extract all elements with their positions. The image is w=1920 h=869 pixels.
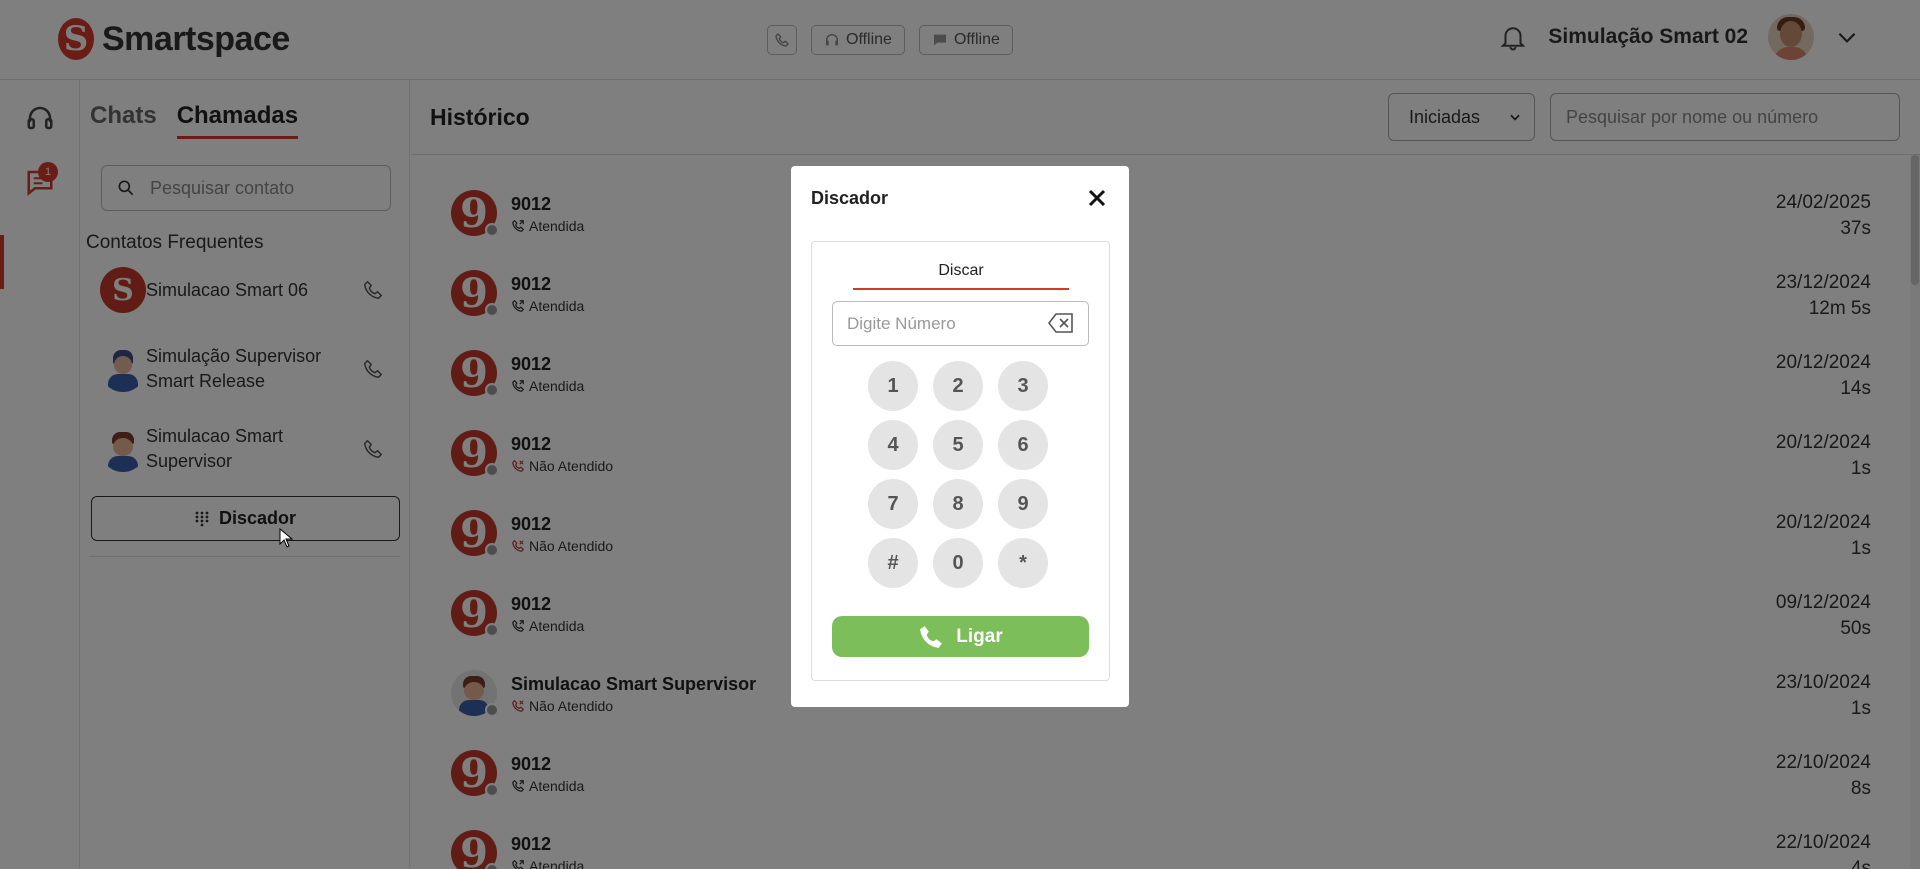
keypad-key[interactable]: 4 bbox=[868, 420, 918, 470]
keypad-key[interactable]: 6 bbox=[998, 420, 1048, 470]
keypad-key[interactable]: 8 bbox=[933, 479, 983, 529]
keypad-key[interactable]: 5 bbox=[933, 420, 983, 470]
keypad-key[interactable]: 1 bbox=[868, 361, 918, 411]
close-icon[interactable] bbox=[1085, 186, 1109, 210]
keypad-key[interactable]: 0 bbox=[933, 538, 983, 588]
keypad-key[interactable]: 7 bbox=[868, 479, 918, 529]
call-button[interactable]: Ligar bbox=[832, 616, 1089, 657]
phone-icon bbox=[920, 625, 943, 648]
dialer-body: Discar Digite Número 1 2 3 4 5 6 7 8 9 #0 * Ligar bbox=[811, 241, 1110, 681]
backspace-icon[interactable] bbox=[1048, 312, 1074, 334]
mouse-cursor bbox=[279, 528, 293, 548]
keypad-key[interactable]: 2 bbox=[933, 361, 983, 411]
number-input[interactable]: Digite Número bbox=[832, 301, 1089, 346]
keypad-key[interactable]: 9 bbox=[998, 479, 1048, 529]
number-input-placeholder: Digite Número bbox=[847, 313, 956, 333]
dialer-modal: Discador Discar Digite Número 1 2 3 4 5 6 7 8 9 #… bbox=[791, 166, 1129, 707]
dialer-title: Discador bbox=[811, 188, 889, 208]
keypad-key[interactable]: * bbox=[998, 538, 1048, 588]
keypad-key[interactable]: # bbox=[868, 538, 918, 588]
keypad-key[interactable]: 3 bbox=[998, 361, 1048, 411]
tab-discar[interactable]: Discar bbox=[853, 262, 1069, 290]
call-button-label: Ligar bbox=[956, 625, 1003, 647]
